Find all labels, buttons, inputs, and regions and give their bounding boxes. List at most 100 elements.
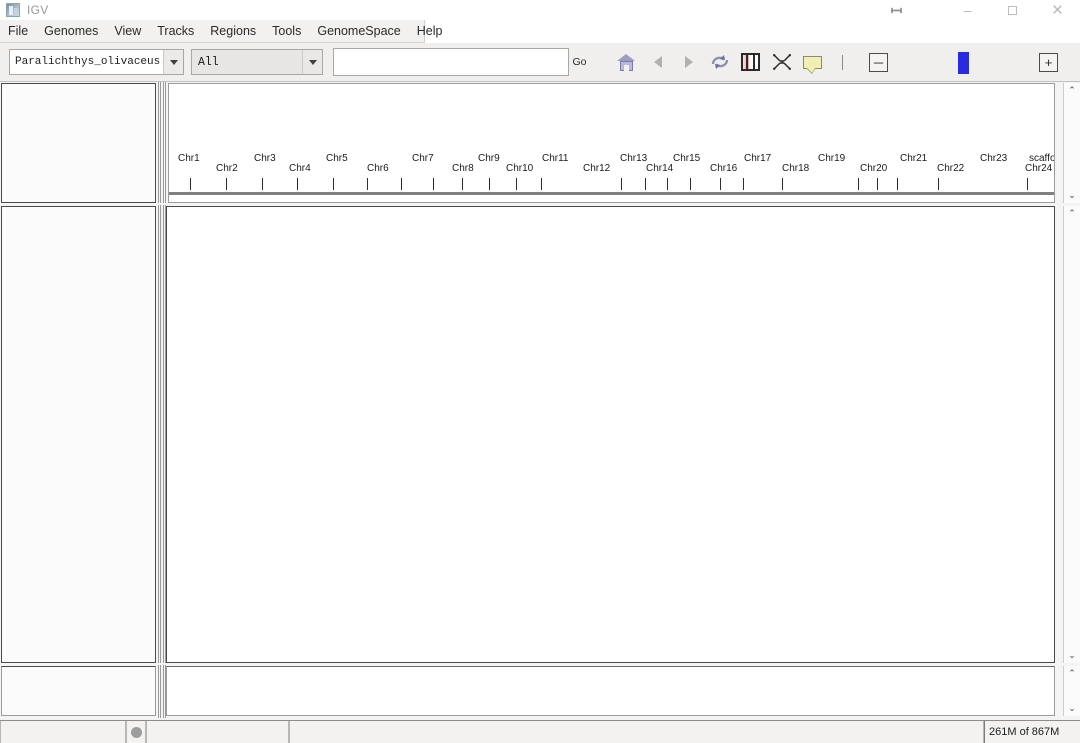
zoom-slider-handle[interactable]: [957, 51, 969, 74]
fit-to-window-button[interactable]: [768, 49, 795, 76]
chromosome-label[interactable]: Chr1: [178, 153, 200, 164]
chromosome-tick: [262, 178, 263, 190]
genome-selector-arrow[interactable]: [163, 50, 183, 74]
chromosome-ruler[interactable]: Chr1 Chr2 Chr3 Chr4 Chr5 Chr6 Chr7 Chr8 Chr9 Chr1…: [169, 84, 1054, 202]
ideogram-name-panel[interactable]: [1, 83, 156, 203]
chromosome-tick: [401, 178, 402, 190]
chromosome-tick: [782, 178, 783, 190]
forward-arrow-icon: [684, 56, 693, 68]
scroll-down-icon[interactable]: ⌄: [1064, 701, 1080, 716]
zoom-in-button[interactable]: +: [1039, 53, 1058, 72]
chromosome-tick: [1027, 178, 1028, 190]
region-of-interest-icon: [741, 53, 760, 71]
menu-genomes[interactable]: Genomes: [36, 20, 106, 43]
forward-button[interactable]: [675, 49, 702, 76]
feature-name-panel[interactable]: [1, 666, 156, 716]
scroll-down-icon[interactable]: ⌄: [1064, 648, 1080, 663]
chromosome-tick: [645, 178, 646, 190]
chromosome-label[interactable]: scaffo: [1029, 153, 1054, 164]
chromosome-tick: [367, 178, 368, 190]
chromosome-tick: [858, 178, 859, 190]
scroll-up-icon[interactable]: ⌃: [1064, 206, 1080, 221]
chromosome-label[interactable]: Chr20: [860, 163, 887, 174]
chromosome-label[interactable]: Chr22: [937, 163, 964, 174]
chromosome-tick: [541, 178, 542, 190]
refresh-button[interactable]: [706, 49, 733, 76]
data-panel[interactable]: [166, 206, 1055, 663]
go-button[interactable]: Go: [570, 49, 589, 75]
chromosome-label[interactable]: Chr21: [900, 153, 927, 164]
search-input[interactable]: [334, 49, 568, 75]
chromosome-label[interactable]: Chr17: [744, 153, 771, 164]
chromosome-label[interactable]: Chr8: [452, 163, 474, 174]
resize-handle-icon[interactable]: [881, 0, 911, 20]
back-button[interactable]: [644, 49, 671, 76]
maximize-button[interactable]: [990, 0, 1035, 20]
chromosome-label[interactable]: Chr14: [646, 163, 673, 174]
menu-file[interactable]: File: [0, 20, 36, 43]
zoom-out-button[interactable]: ─: [869, 53, 888, 72]
menu-tracks[interactable]: Tracks: [149, 20, 202, 43]
chromosome-label[interactable]: Chr16: [710, 163, 737, 174]
chromosome-label[interactable]: Chr23: [980, 153, 1007, 164]
status-cell-three: [289, 721, 984, 743]
chromosome-label[interactable]: Chr10: [506, 163, 533, 174]
chromosome-label[interactable]: Chr7: [412, 153, 434, 164]
chromosome-tick: [877, 178, 878, 190]
chromosome-selector-arrow[interactable]: [302, 50, 322, 74]
chromosome-label[interactable]: Chr19: [818, 153, 845, 164]
memory-usage-label: 261M of 867M: [984, 721, 1080, 743]
popup-behavior-button[interactable]: [799, 49, 826, 76]
menu-genomespace[interactable]: GenomeSpace: [309, 20, 408, 43]
chromosome-label[interactable]: Chr6: [367, 163, 389, 174]
track-name-panel[interactable]: [1, 206, 156, 663]
scroll-up-icon[interactable]: ⌃: [1064, 83, 1080, 98]
igv-application-window: IGV – ✕ File Genomes View Tracks Regions…: [0, 0, 1080, 743]
chromosome-label[interactable]: Chr11: [542, 153, 569, 164]
close-button[interactable]: ✕: [1035, 0, 1080, 20]
genome-selector[interactable]: Paralichthys_olivaceus...: [9, 49, 184, 75]
menu-tools[interactable]: Tools: [264, 20, 309, 43]
ideogram-scrollbar[interactable]: ⌃ ⌄: [1063, 83, 1080, 203]
genome-selector-value: Paralichthys_olivaceus...: [15, 56, 181, 68]
chromosome-tick: [516, 178, 517, 190]
menu-view[interactable]: View: [106, 20, 149, 43]
feature-panel[interactable]: [166, 666, 1055, 716]
chromosome-label[interactable]: Chr3: [254, 153, 276, 164]
home-button[interactable]: [613, 49, 640, 76]
scroll-up-icon[interactable]: ⌃: [1064, 666, 1080, 681]
chromosome-label[interactable]: Chr18: [782, 163, 809, 174]
horizontal-divider-top[interactable]: [0, 203, 1080, 205]
chromosome-selector[interactable]: All: [191, 49, 323, 75]
panel-divider-left[interactable]: [158, 82, 161, 718]
chromosome-label[interactable]: Chr9: [478, 153, 500, 164]
menu-regions[interactable]: Regions: [202, 20, 264, 43]
feature-panel-scrollbar[interactable]: ⌃ ⌄: [1063, 666, 1080, 716]
chromosome-label[interactable]: Chr2: [216, 163, 238, 174]
toolbar-separator: [842, 54, 843, 70]
chromosome-tick: [720, 178, 721, 190]
toolbar: Paralichthys_olivaceus... All Go ─ +: [0, 43, 1080, 82]
menu-help[interactable]: Help: [409, 20, 451, 43]
chromosome-label[interactable]: Chr15: [673, 153, 700, 164]
status-bar: 261M of 867M: [0, 720, 1080, 743]
chevron-down-icon: [169, 59, 178, 65]
scroll-down-icon[interactable]: ⌄: [1064, 188, 1080, 203]
chromosome-tick: [462, 178, 463, 190]
horizontal-divider-bottom[interactable]: [0, 663, 1080, 665]
chromosome-label[interactable]: Chr5: [326, 153, 348, 164]
chromosome-label[interactable]: Chr13: [620, 153, 647, 164]
chromosome-label[interactable]: Chr12: [583, 163, 610, 174]
minimize-button[interactable]: –: [945, 0, 990, 20]
chromosome-tick: [690, 178, 691, 190]
main-content-area: Chr1 Chr2 Chr3 Chr4 Chr5 Chr6 Chr7 Chr8 Chr9 Chr1…: [0, 82, 1080, 718]
status-cell-two: [146, 721, 289, 743]
ideogram-panel[interactable]: Chr1 Chr2 Chr3 Chr4 Chr5 Chr6 Chr7 Chr8 Chr9 Chr1…: [168, 83, 1055, 203]
fit-to-window-icon: [772, 54, 791, 70]
chromosome-label[interactable]: Chr24: [1025, 163, 1052, 174]
chromosome-label[interactable]: Chr4: [289, 163, 311, 174]
chromosome-tick: [938, 178, 939, 190]
data-panel-scrollbar[interactable]: ⌃ ⌄: [1063, 206, 1080, 663]
locus-search-box: [333, 48, 569, 76]
region-tool-button[interactable]: [737, 49, 764, 76]
